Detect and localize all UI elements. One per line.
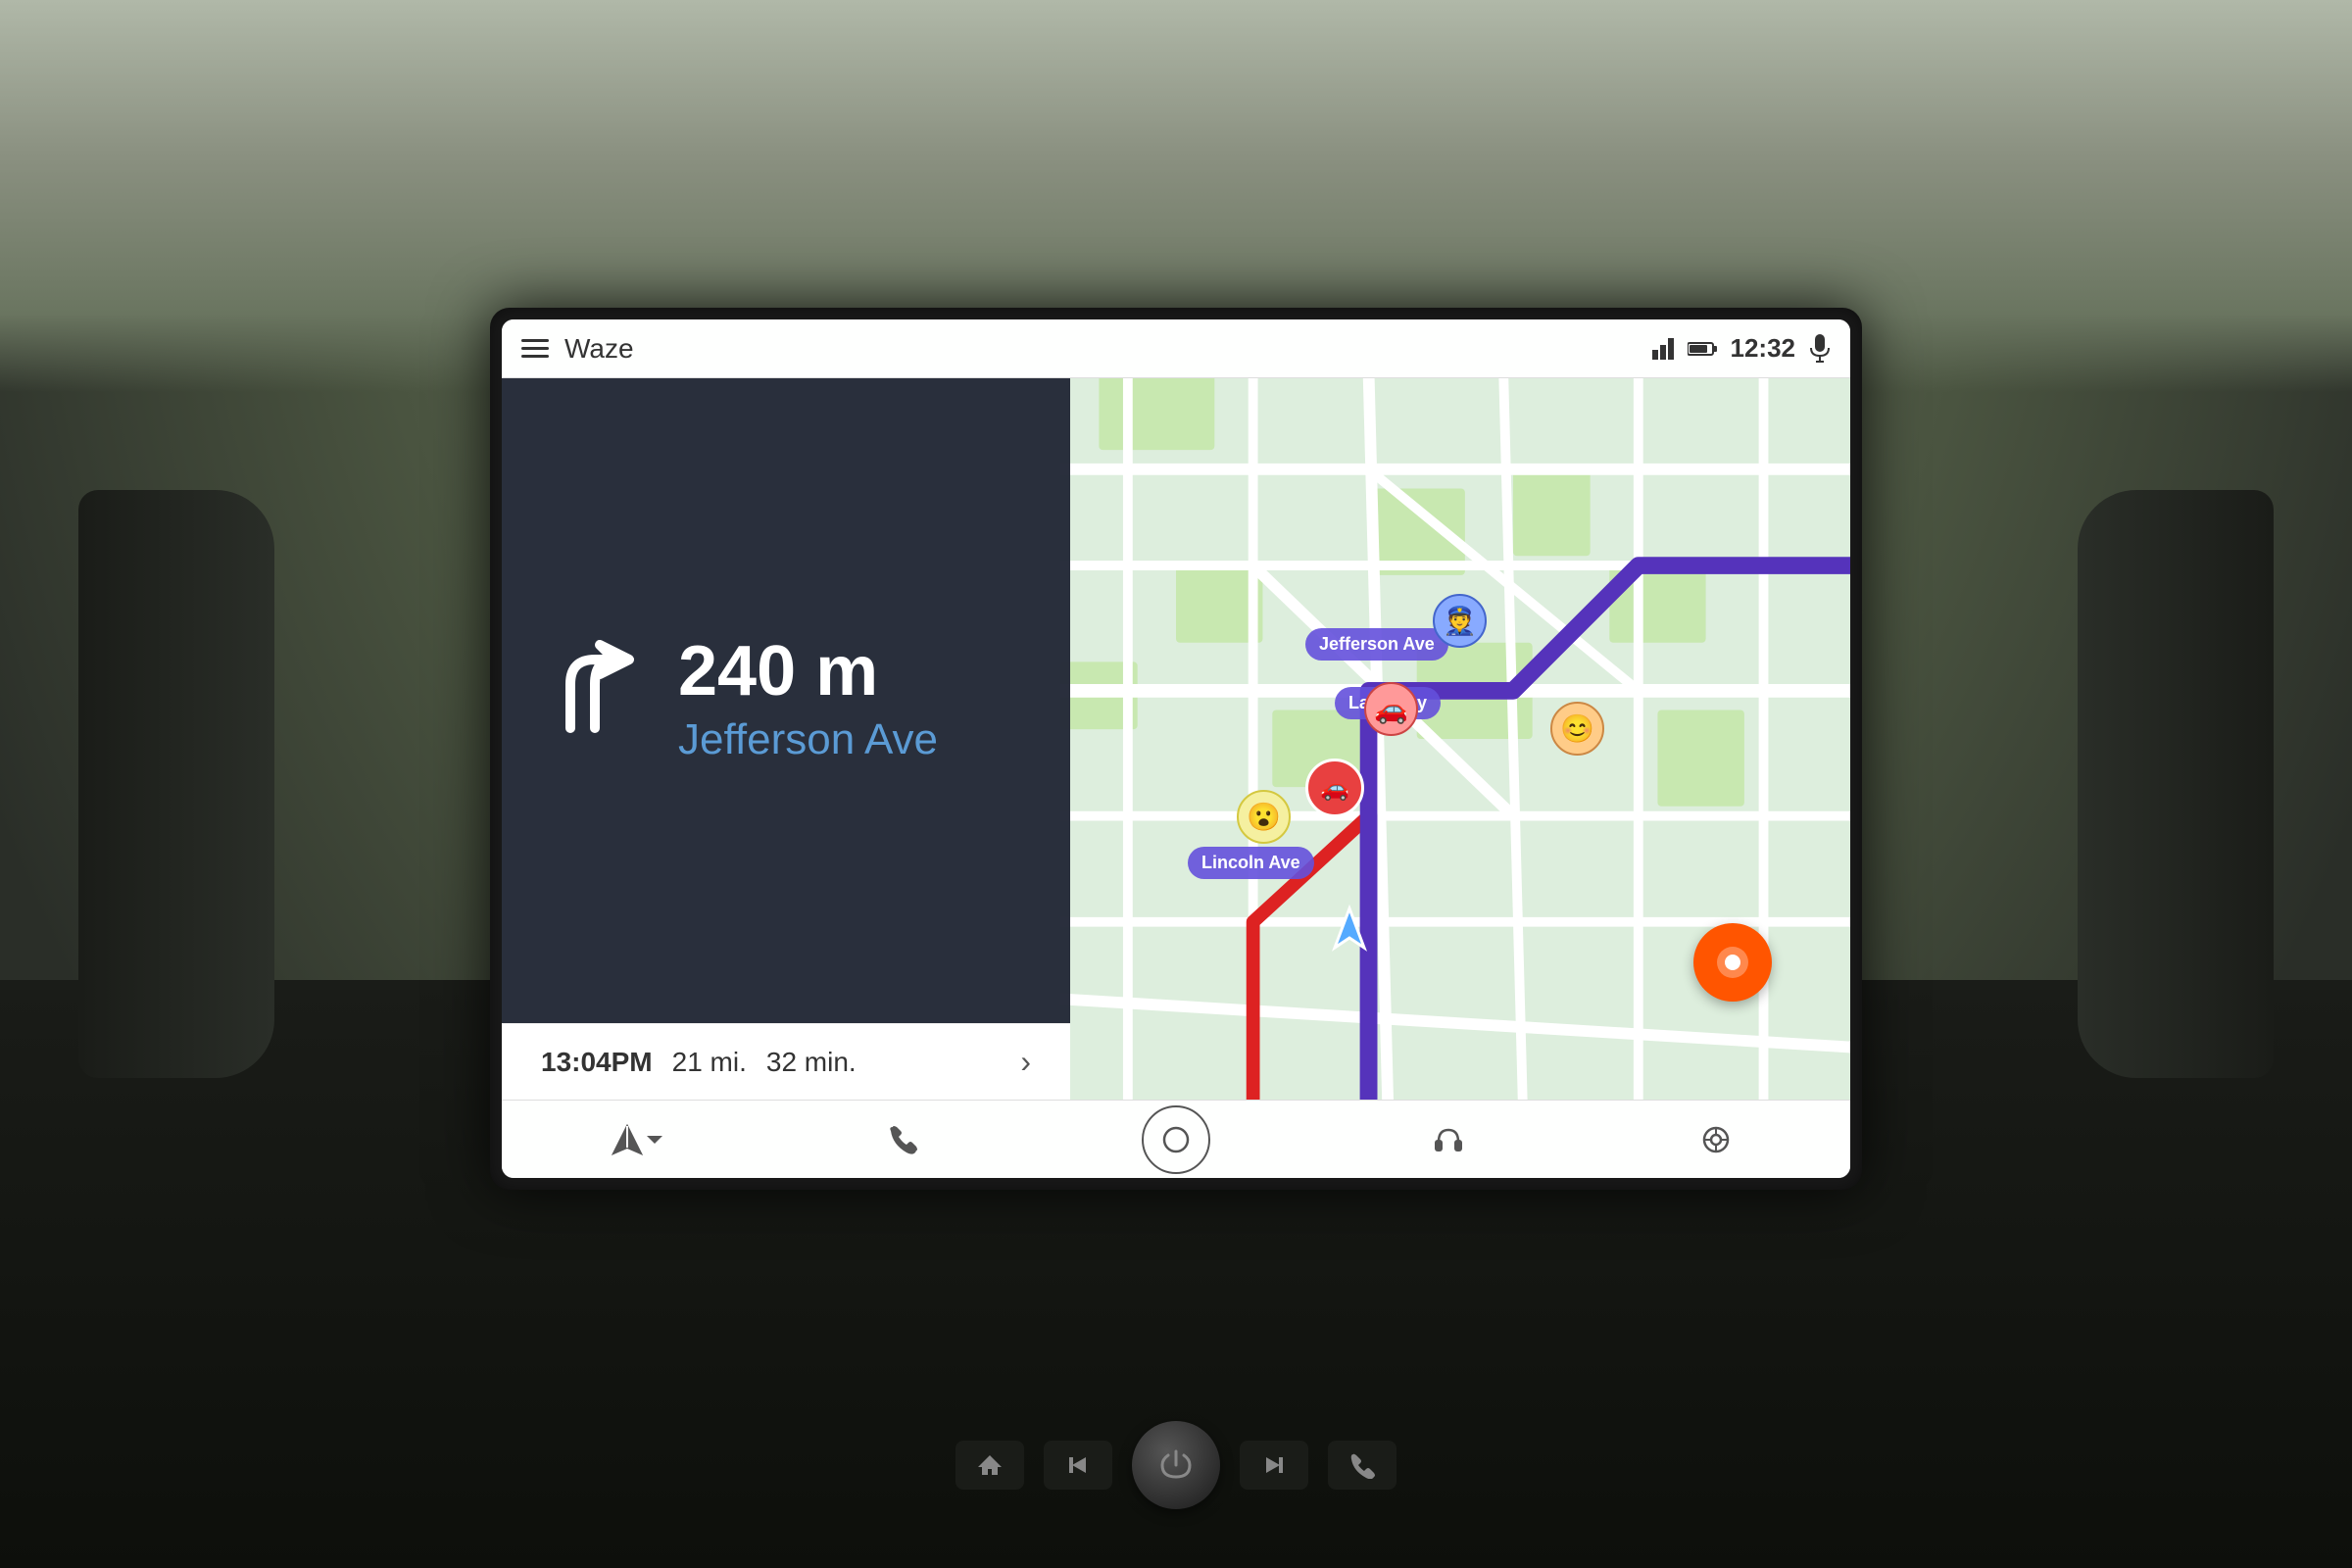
phone-app-button[interactable] (874, 1110, 933, 1169)
battery-icon (1688, 341, 1717, 357)
microphone-icon[interactable] (1809, 334, 1831, 364)
navigation-app-button[interactable] (607, 1110, 665, 1169)
power-physical-button[interactable] (1132, 1421, 1220, 1509)
right-vent (2078, 490, 2274, 1078)
left-vent (78, 490, 274, 1078)
jefferson-ave-label: Jefferson Ave (1305, 628, 1448, 661)
nav-bottom-bar[interactable]: 13:04PM 21 mi. 32 min. › (502, 1023, 1070, 1100)
signal-icon (1652, 338, 1674, 360)
next-physical-button[interactable] (1240, 1441, 1308, 1490)
hazard-marker: 🚗 (1305, 759, 1364, 817)
current-position (1325, 904, 1478, 957)
waze-mascot: 😮 (1237, 790, 1291, 844)
phone-physical-button[interactable] (1328, 1441, 1396, 1490)
clock-display: 12:32 (1731, 333, 1796, 364)
lincoln-ave-label: Lincoln Ave (1188, 847, 1314, 879)
physical-controls (956, 1421, 1396, 1509)
distance-display: 240 m (678, 636, 938, 707)
status-bar: Waze 12:32 (502, 319, 1850, 378)
app-title: Waze (564, 333, 634, 365)
recent-app-button[interactable] (1687, 1110, 1745, 1169)
prev-physical-button[interactable] (1044, 1441, 1112, 1490)
status-left: Waze (521, 333, 634, 365)
turn-arrow-icon (541, 640, 649, 762)
user-avatar-2: 👮 (1433, 594, 1487, 648)
nav-direction-area: 240 m Jefferson Ave (502, 378, 1070, 1023)
menu-button[interactable] (521, 339, 549, 358)
car-interior: Waze 12:32 (0, 0, 2352, 1568)
audio-app-button[interactable] (1419, 1110, 1478, 1169)
screen-container: Waze 12:32 (490, 308, 1862, 1190)
user-avatar-3: 😊 (1550, 702, 1604, 756)
app-bar (502, 1100, 1850, 1178)
status-right: 12:32 (1652, 333, 1832, 364)
nav-info: 240 m Jefferson Ave (678, 636, 938, 766)
trip-miles: 21 mi. (672, 1047, 747, 1078)
navigation-panel: 240 m Jefferson Ave 13:04PM 21 mi. 32 mi… (502, 378, 1070, 1100)
user-avatar-1: 🚗 (1364, 682, 1418, 736)
main-screen: Waze 12:32 (502, 319, 1850, 1178)
destination-pin[interactable] (1693, 923, 1772, 1002)
street-name-display: Jefferson Ave (678, 714, 938, 766)
eta-display: 13:04PM (541, 1047, 653, 1078)
home-app-button[interactable] (1142, 1105, 1210, 1174)
nav-chevron-icon[interactable]: › (1020, 1044, 1031, 1080)
trip-minutes: 32 min. (766, 1047, 857, 1078)
home-physical-button[interactable] (956, 1441, 1024, 1490)
